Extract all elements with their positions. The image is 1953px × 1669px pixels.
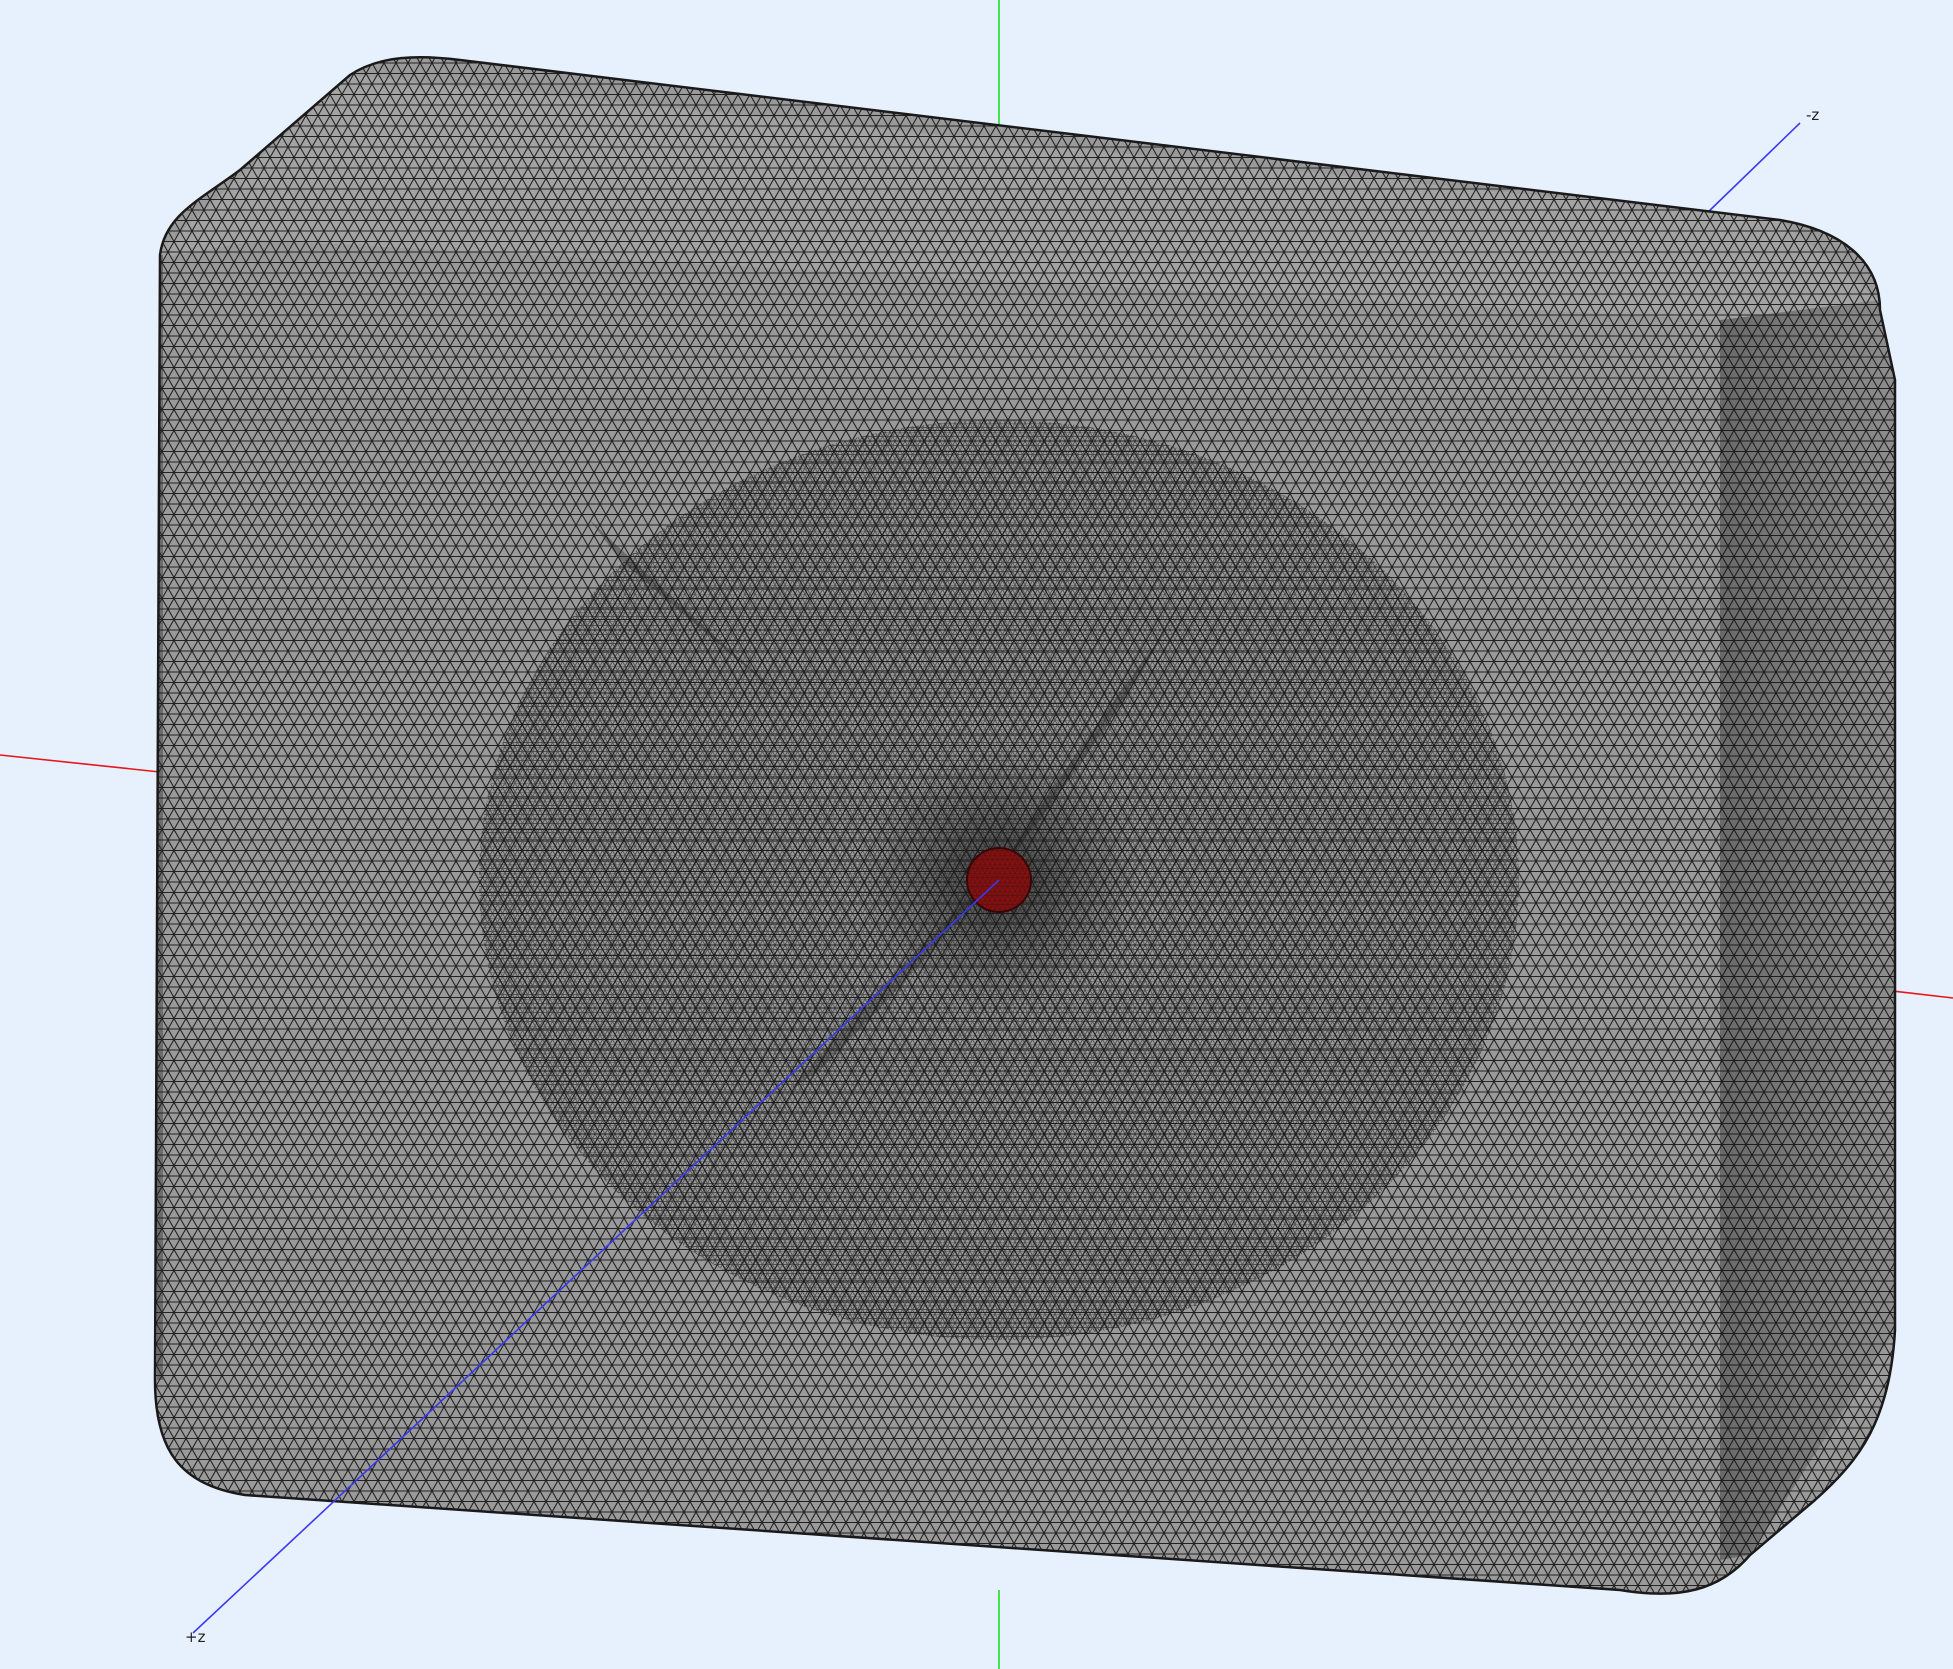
pos-z-label: +z (185, 1628, 206, 1646)
x-axis-line (0, 754, 161, 773)
z-axis-line-back (1704, 122, 1801, 216)
neg-z-label: -z (1806, 106, 1819, 124)
mesh-body[interactable] (0, 0, 1953, 1669)
3d-viewport[interactable]: -z +z (0, 0, 1953, 1669)
